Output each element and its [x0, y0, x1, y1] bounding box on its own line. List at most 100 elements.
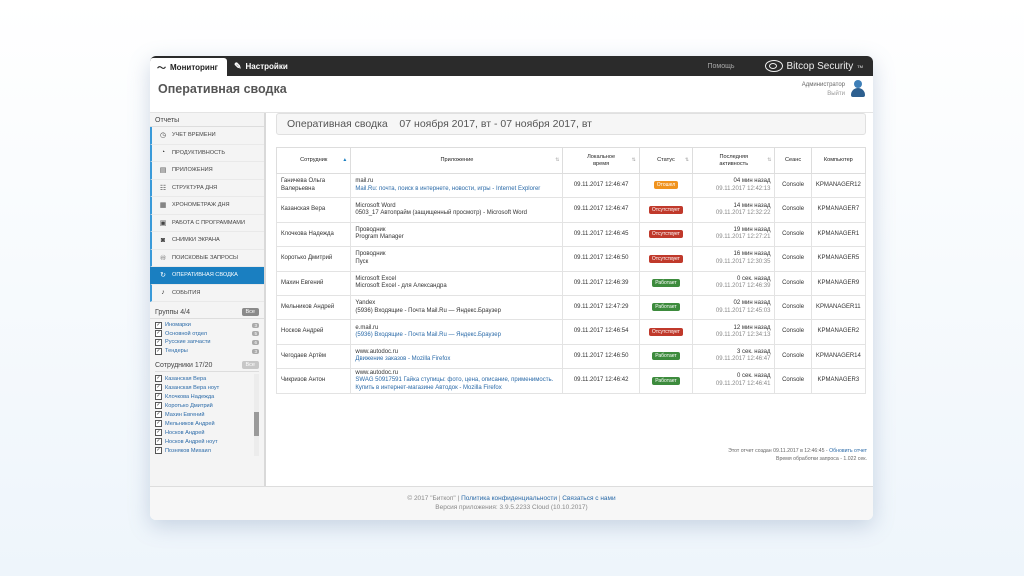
- group-item[interactable]: ✓ Основной отдел 5: [155, 330, 259, 339]
- checkbox[interactable]: ✓: [155, 429, 162, 437]
- last-activity-time: 09.11.2017 12:32:22: [715, 210, 771, 217]
- employee-item[interactable]: ✓ Казанская Вера: [155, 374, 259, 383]
- employee-item[interactable]: ✓ Коротько Дмитрий: [155, 401, 259, 410]
- sort-icon: ⇅: [767, 157, 772, 163]
- employee-item[interactable]: ✓ Мельников Андрей: [155, 419, 259, 428]
- sidebar-item-7[interactable]: ♾ Поисковые запросы: [150, 249, 264, 267]
- table-row[interactable]: Чикризов Антон www.autodoc.ru SWAG 5091759…: [275, 368, 867, 394]
- window-title[interactable]: Mail.Ru: почта, поиск в интернете, новос…: [355, 186, 558, 194]
- cell-session: Console: [774, 343, 812, 370]
- group-count: 3: [252, 348, 259, 354]
- sidebar-item-8[interactable]: ↻ Оперативная сводка: [150, 267, 264, 285]
- group-item[interactable]: ✓ Русские запчасти 6: [155, 338, 259, 347]
- checkbox[interactable]: ✓: [155, 338, 162, 346]
- status-badge: Отсутствует: [648, 230, 683, 239]
- employee-item[interactable]: ✓ Носков Андрей ноут: [155, 437, 259, 446]
- checkbox[interactable]: ✓: [155, 330, 162, 338]
- avatar[interactable]: [850, 80, 866, 97]
- sidebar-item-4[interactable]: ▦ Хронометраж дня: [150, 197, 264, 215]
- last-activity-time: 09.11.2017 12:46:39: [715, 283, 771, 290]
- employee-label: Мельников Андрей: [165, 420, 215, 427]
- checkbox[interactable]: ✓: [155, 438, 162, 446]
- group-item[interactable]: ✓ Иномарки 3: [155, 321, 259, 330]
- checkbox[interactable]: ✓: [155, 375, 162, 383]
- col-local-time[interactable]: Локальное время ⇅: [562, 147, 640, 174]
- sidebar-item-6[interactable]: ◙ Снимки экрана: [150, 232, 264, 250]
- status-badge: Отсутствует: [648, 254, 683, 263]
- cell-session: Console: [774, 221, 812, 248]
- sort-asc-icon: ▲: [342, 157, 348, 163]
- table-row[interactable]: Клочкова Надежда Проводник Program Manager…: [275, 221, 867, 248]
- sidebar-item-2[interactable]: ▤ Приложения: [150, 162, 264, 180]
- table-row[interactable]: Носков Андрей e.mail.ru (5936) Входящие - …: [275, 319, 867, 345]
- sidebar-item-5[interactable]: ▣ Работа с программами: [150, 214, 264, 232]
- sidebar-item-label: Продуктивность: [172, 149, 226, 156]
- cell-local-time: 09.11.2017 12:46:39: [562, 270, 640, 296]
- status-badge: Работает: [652, 279, 680, 287]
- app-name: mail.ru: [355, 178, 374, 185]
- last-activity-ago: 14 мин назад: [733, 202, 771, 209]
- sidebar-item-label: События: [172, 289, 201, 296]
- employees-scrollbar[interactable]: [254, 374, 259, 457]
- cell-local-time: 09.11.2017 12:46:54: [562, 319, 640, 345]
- col-status[interactable]: Статус ⇅: [638, 147, 694, 174]
- window-title[interactable]: (5936) Входящие - Почта Mail.Ru — Яндекс…: [355, 332, 558, 340]
- sidebar-item-9[interactable]: ♪ События: [150, 284, 264, 302]
- table-row[interactable]: Казанская Вера Microsoft Word 0503_17 Авто…: [275, 197, 867, 223]
- employee-item[interactable]: ✓ Позняков Михаил: [155, 446, 259, 455]
- checkbox[interactable]: ✓: [155, 393, 162, 401]
- last-activity-ago: 04 мин назад: [733, 178, 771, 185]
- col-computer[interactable]: Компьютер: [810, 147, 867, 174]
- sidebar-item-1[interactable]: ◔ Продуктивность: [150, 144, 264, 162]
- checkbox[interactable]: ✓: [155, 321, 162, 329]
- col-session[interactable]: Сеанс: [774, 147, 812, 174]
- employee-item[interactable]: ✓ Казанская Вера ноут: [155, 383, 259, 392]
- checkbox[interactable]: ✓: [155, 420, 162, 428]
- groups-all-button[interactable]: Все: [241, 308, 259, 316]
- cell-computer: KPMANAGER3: [810, 368, 867, 394]
- day-structure-icon: ☷: [159, 184, 167, 192]
- employee-item[interactable]: ✓ Махин Евгений: [155, 410, 259, 419]
- cell-local-time: 09.11.2017 12:46:50: [562, 246, 640, 272]
- group-item[interactable]: ✓ Тендеры 3: [155, 347, 259, 356]
- last-activity-ago: 0 сек. назад: [737, 275, 771, 282]
- help-link[interactable]: Помощь: [707, 56, 764, 76]
- cell-status: Работает: [638, 368, 694, 394]
- col-last-activity[interactable]: Последняя активность ⇅: [692, 147, 776, 174]
- employees-all-button[interactable]: Все: [241, 361, 259, 370]
- sidebar-item-3[interactable]: ☷ Структура дня: [150, 179, 264, 197]
- checkbox[interactable]: ✓: [155, 411, 162, 419]
- refresh-report-link[interactable]: Обновить отчет: [829, 448, 867, 454]
- table-row[interactable]: Чегодаев Артём www.autodoc.ru Движение зак…: [275, 343, 867, 370]
- table-row[interactable]: Махин Евгений Microsoft Excel Microsoft Ex…: [275, 270, 867, 296]
- col-application[interactable]: Приложение ⇅: [350, 147, 564, 174]
- window-title[interactable]: SWAG 50917591 Гайка ступицы: фото, цена,…: [355, 377, 558, 392]
- col-employee[interactable]: Сотрудник ▲: [275, 147, 352, 174]
- employee-label: Клочкова Надежда: [165, 393, 215, 400]
- privacy-link[interactable]: Политика конфиденциальности: [461, 495, 557, 502]
- checkbox[interactable]: ✓: [155, 402, 162, 410]
- sidebar-item-label: Поисковые запросы: [172, 254, 238, 261]
- checkbox[interactable]: ✓: [155, 347, 162, 355]
- sidebar-item-label: Структура дня: [172, 184, 218, 191]
- table-row[interactable]: Коротько Дмитрий Проводник Пуск 09.11.2017 …: [275, 246, 867, 272]
- logout-link[interactable]: Выйти: [802, 90, 845, 99]
- employee-item[interactable]: ✓ Носков Андрей: [155, 428, 259, 437]
- wrench-icon: ✎: [233, 60, 242, 71]
- window-title[interactable]: Движение заказов - Mozilla Firefox: [355, 356, 558, 364]
- checkbox[interactable]: ✓: [155, 384, 162, 392]
- table-row[interactable]: Мельников Андрей Yandex (5936) Входящие - …: [275, 294, 867, 321]
- tab-settings[interactable]: ✎ Настройки: [227, 56, 297, 76]
- employees-box: ✓ Казанская Вера ✓ Казанская Вера ноут ✓ Клоч…: [155, 371, 259, 458]
- cell-local-time: 09.11.2017 12:46:42: [562, 368, 640, 394]
- brand-name: Bitcop Security: [786, 60, 854, 72]
- app-version: Версия приложения: 3.9.5.2233 Cloud (10.…: [435, 504, 588, 511]
- contact-link[interactable]: Связаться с нами: [562, 495, 615, 502]
- table-row[interactable]: Ганичева Ольга Валерьевна mail.ru Mail.Ru:…: [275, 172, 867, 199]
- sidebar-item-0[interactable]: ◷ Учет времени: [150, 127, 264, 145]
- tab-monitoring[interactable]: 〜 Мониторинг: [150, 58, 227, 76]
- employee-item[interactable]: ✓ Клочкова Надежда: [155, 392, 259, 401]
- sort-icon: ⇅: [631, 157, 636, 163]
- cell-last-activity: 04 мин назад 09.11.2017 12:42:13: [692, 172, 776, 199]
- checkbox[interactable]: ✓: [155, 447, 162, 455]
